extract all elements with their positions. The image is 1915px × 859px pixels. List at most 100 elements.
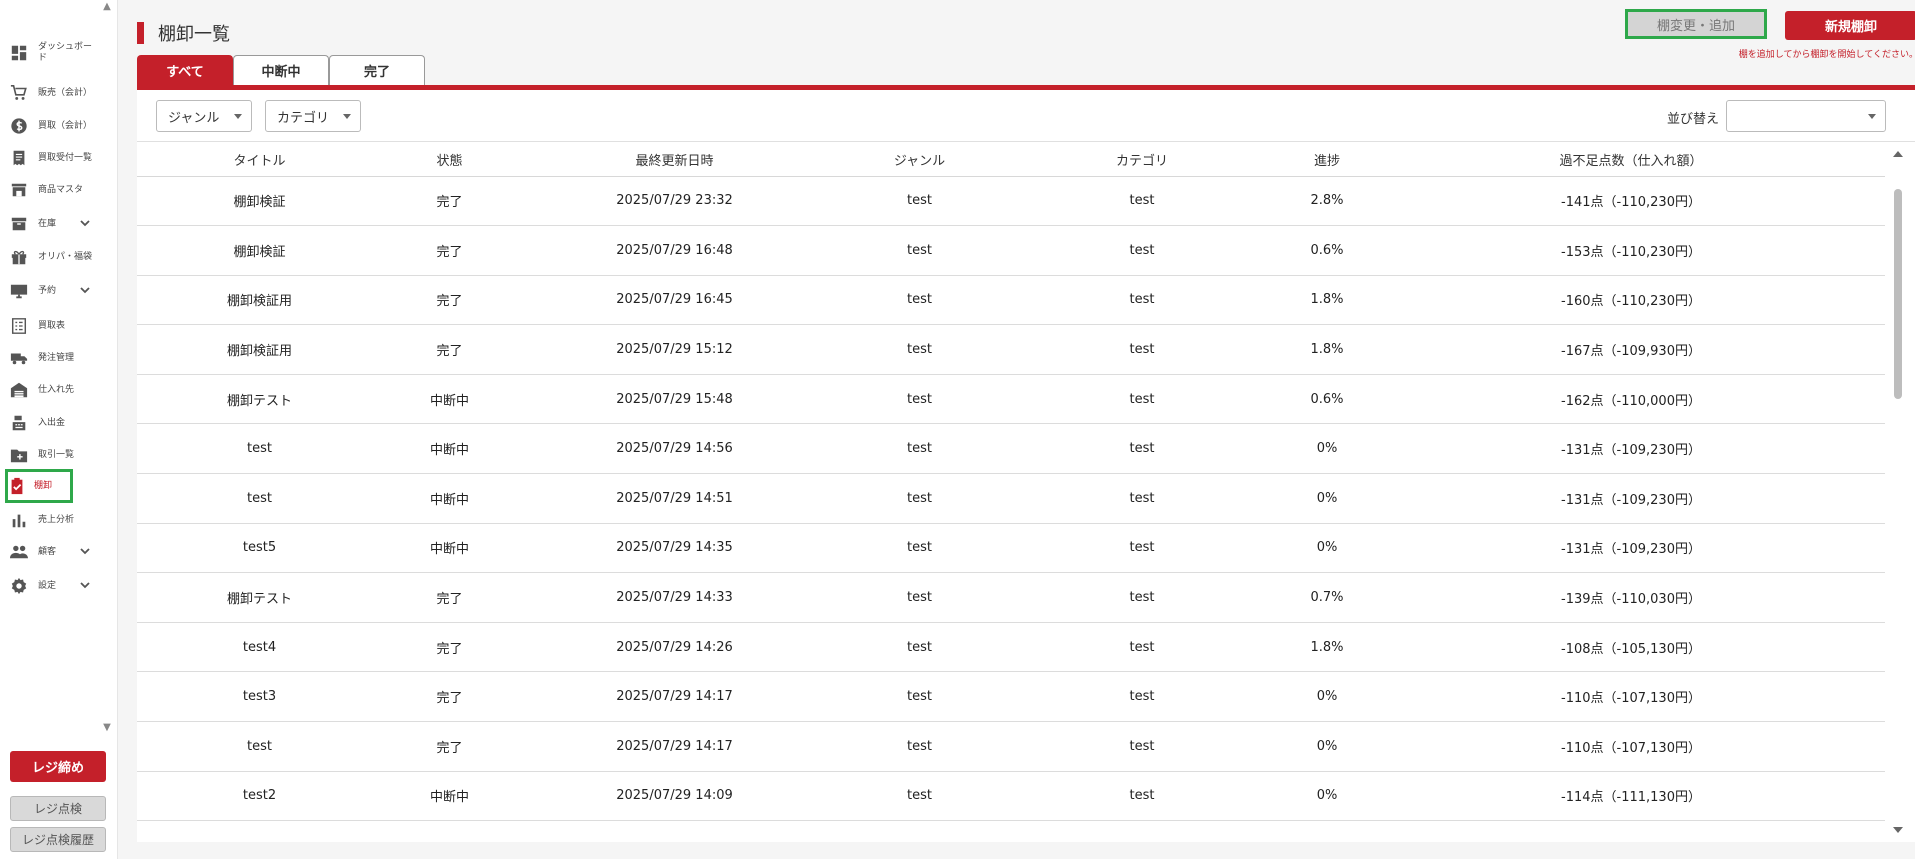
cell-status: 完了 — [382, 225, 517, 276]
cell-category: test — [1007, 721, 1277, 772]
cell-progress: 2.8% — [1277, 176, 1377, 227]
table-row[interactable]: 棚卸検証 完了 2025/07/29 23:32 test test 2.8% -141点（… — [137, 176, 1885, 227]
sidebar-item-3[interactable]: 買取受付一覧 — [8, 143, 96, 173]
sidebar-scroll-up-icon[interactable]: ▲ — [101, 2, 113, 12]
table-row[interactable]: 棚卸検証用 完了 2025/07/29 15:12 test test 1.8% -167点… — [137, 324, 1885, 375]
close-register-button[interactable]: レジ締め — [10, 751, 106, 782]
table-scrollbar[interactable] — [1889, 143, 1909, 842]
table-row[interactable]: test 中断中 2025/07/29 14:51 test test 0% -131点（-… — [137, 473, 1885, 524]
table-row[interactable]: 棚卸テスト 中断中 2025/07/29 15:48 test test 0.6% -162… — [137, 374, 1885, 425]
folder-icon — [8, 444, 30, 466]
title-accent-bar — [137, 22, 144, 44]
sidebar-item-9[interactable]: 発注管理 — [8, 343, 96, 373]
register-check-button[interactable]: レジ点検 — [10, 796, 106, 821]
cell-title: test — [137, 473, 382, 524]
scrollbar-thumb[interactable] — [1894, 189, 1902, 399]
inventory-panel: ジャンル カテゴリ 並び替え タイトル 状態 最終更新日時 ジャンル カテゴリ … — [137, 90, 1915, 842]
cell-discrepancy: -131点（-109,230円） — [1377, 423, 1885, 475]
sidebar-item-15[interactable]: 顧客 — [8, 537, 96, 567]
column-header-title[interactable]: タイトル — [137, 143, 382, 177]
sidebar-item-12[interactable]: 取引一覧 — [8, 440, 96, 470]
column-header-progress[interactable]: 進捗 — [1277, 143, 1377, 177]
sort-label: 並び替え — [1667, 112, 1720, 127]
table-row[interactable]: test2 中断中 2025/07/29 14:09 test test 0% -114点（… — [137, 771, 1885, 822]
cell-category: test — [1007, 275, 1277, 326]
sidebar-item-11[interactable]: 入出金 — [8, 408, 96, 438]
sidebar-item-label: 販売（会計） — [38, 87, 93, 98]
chevron-down-icon[interactable] — [78, 215, 92, 229]
chevron-down-icon[interactable] — [78, 282, 92, 296]
sidebar-scroll-down-icon[interactable]: ▼ — [101, 723, 113, 733]
cell-title: test2 — [137, 771, 382, 822]
sidebar-item-6[interactable]: オリパ・福袋 — [8, 242, 96, 272]
sidebar-item-4[interactable]: 商品マスタ — [8, 175, 96, 205]
sidebar-item-14[interactable]: 売上分析 — [8, 505, 96, 535]
cell-status: 完了 — [382, 622, 517, 673]
column-header-discrepancy[interactable]: 過不足点数（仕入れ額） — [1377, 143, 1885, 177]
chevron-down-icon — [343, 114, 351, 119]
cell-updated-at: 2025/07/29 14:09 — [517, 771, 832, 822]
cell-status: 中断中 — [382, 374, 517, 425]
cell-updated-at: 2025/07/29 14:35 — [517, 523, 832, 574]
table-row[interactable]: test 中断中 2025/07/29 14:56 test test 0% -131点（-… — [137, 423, 1885, 475]
genre-select[interactable]: ジャンル — [156, 100, 252, 132]
cell-title: 棚卸検証用 — [137, 275, 382, 326]
cell-progress: 1.8% — [1277, 324, 1377, 375]
sidebar-item-16[interactable]: 設定 — [8, 571, 96, 601]
sidebar-item-1[interactable]: 販売（会計） — [8, 78, 96, 108]
table-row[interactable]: test 完了 2025/07/29 14:17 test test 0% -110点（-1… — [137, 721, 1885, 772]
cell-progress: 1.8% — [1277, 622, 1377, 673]
table-row[interactable]: 棚卸テスト 完了 2025/07/29 14:33 test test 0.7% -139点… — [137, 572, 1885, 623]
cell-progress: 0.6% — [1277, 225, 1377, 276]
category-select-label: カテゴリ — [277, 110, 330, 126]
scroll-down-icon[interactable] — [1893, 827, 1903, 833]
cell-discrepancy: -139点（-110,030円） — [1377, 572, 1885, 623]
chevron-down-icon — [1868, 114, 1876, 119]
cell-title: 棚卸テスト — [137, 572, 382, 623]
sidebar-item-5[interactable]: 在庫 — [8, 209, 96, 239]
tab-all[interactable]: すべて — [137, 55, 233, 85]
sidebar-item-label: 発注管理 — [38, 352, 75, 363]
column-header-genre[interactable]: ジャンル — [832, 143, 1007, 177]
tab-suspended[interactable]: 中断中 — [233, 55, 329, 85]
change-shelf-button[interactable]: 棚変更・追加 — [1625, 9, 1767, 39]
column-header-status[interactable]: 状態 — [382, 143, 517, 177]
sidebar-item-13[interactable]: 棚卸 — [5, 469, 73, 503]
tab-completed[interactable]: 完了 — [329, 55, 425, 85]
sort-select[interactable] — [1726, 100, 1886, 132]
cell-title: test5 — [137, 523, 382, 574]
sidebar: ▲ ダッシュボード販売（会計） 買取（会計） 買取受付一覧 商品マスタ在庫 オリパ・福袋… — [0, 0, 118, 859]
cell-status: 中断中 — [382, 473, 517, 524]
cell-category: test — [1007, 771, 1277, 822]
table-row[interactable]: 棚卸検証用 完了 2025/07/29 16:45 test test 1.8% -160点… — [137, 275, 1885, 326]
chevron-down-icon[interactable] — [78, 577, 92, 591]
chevron-down-icon[interactable] — [78, 543, 92, 557]
column-header-updated-at[interactable]: 最終更新日時 — [517, 143, 832, 177]
cell-category: test — [1007, 622, 1277, 673]
table-row[interactable]: test3 完了 2025/07/29 14:17 test test 0% -110点（-… — [137, 671, 1885, 723]
column-header-category[interactable]: カテゴリ — [1007, 143, 1277, 177]
cell-title: 棚卸検証 — [137, 176, 382, 227]
register-icon — [8, 412, 30, 434]
clipboard-check-icon — [8, 475, 26, 497]
cell-genre: test — [832, 473, 1007, 524]
cell-title: test — [137, 423, 382, 475]
table-row[interactable]: 棚卸検証 完了 2025/07/29 16:48 test test 0.6% -153点（… — [137, 225, 1885, 276]
cell-updated-at: 2025/07/29 14:51 — [517, 473, 832, 524]
sidebar-item-0[interactable]: ダッシュボード — [8, 38, 96, 68]
sidebar-item-8[interactable]: 買取表 — [8, 311, 96, 341]
cell-status: 完了 — [382, 275, 517, 326]
cell-title: test — [137, 721, 382, 772]
scroll-up-icon[interactable] — [1893, 151, 1903, 157]
sidebar-item-7[interactable]: 予約 — [8, 276, 96, 306]
sidebar-item-2[interactable]: 買取（会計） — [8, 111, 96, 141]
table-row[interactable]: test5 中断中 2025/07/29 14:35 test test 0% -131点（… — [137, 523, 1885, 574]
cell-genre: test — [832, 374, 1007, 425]
register-check-history-button[interactable]: レジ点検履歴 — [10, 827, 106, 852]
cell-genre: test — [832, 275, 1007, 326]
table-row[interactable]: test4 完了 2025/07/29 14:26 test test 1.8% -108点… — [137, 622, 1885, 673]
category-select[interactable]: カテゴリ — [265, 100, 361, 132]
cell-progress: 0.7% — [1277, 572, 1377, 623]
sidebar-item-10[interactable]: 仕入れ先 — [8, 375, 96, 405]
new-inventory-button[interactable]: 新規棚卸 — [1785, 11, 1915, 40]
